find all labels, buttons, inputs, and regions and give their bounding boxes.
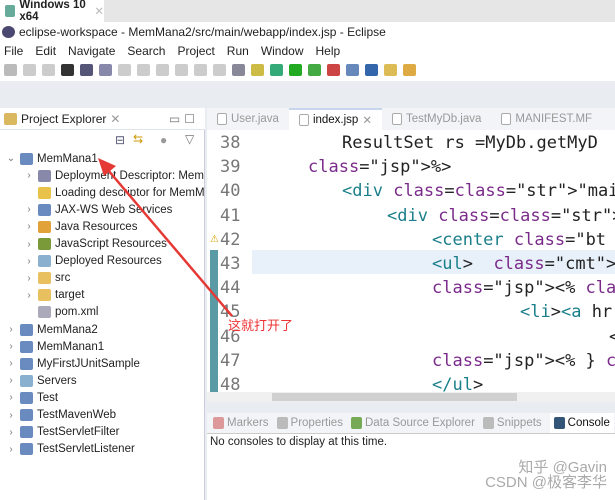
annotation-text: 这就打开了: [228, 318, 294, 333]
watermark: 知乎 @Gavin CSDN @极客李华: [485, 460, 607, 490]
watermark-line2: CSDN @极客李华: [485, 474, 607, 491]
annotation-arrow: [98, 158, 233, 317]
watermark-line1: 知乎 @Gavin: [518, 459, 607, 476]
